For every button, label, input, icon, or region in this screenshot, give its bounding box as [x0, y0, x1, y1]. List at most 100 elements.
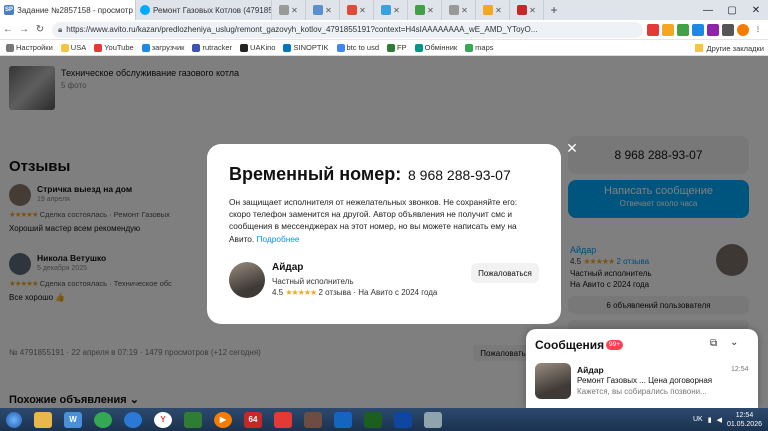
close-icon[interactable]: ✕	[325, 6, 332, 15]
modal-seller-name[interactable]: Айдар	[272, 262, 303, 273]
globe-icon	[124, 411, 142, 428]
bookmarks-bar: Настройки USA YouTube загрузчик rutracke…	[0, 40, 768, 56]
reload-icon[interactable]: ↻	[32, 24, 48, 35]
bookmark-item[interactable]: UAKino	[240, 43, 275, 52]
tab-mini[interactable]: ✕	[442, 0, 476, 20]
tab-mini[interactable]: ✕	[510, 0, 544, 20]
tab-mini[interactable]: ✕	[408, 0, 442, 20]
sinoptik-icon	[283, 43, 292, 52]
fp-icon	[387, 43, 396, 52]
language-indicator[interactable]: UK	[693, 416, 703, 423]
extension-icon[interactable]	[722, 23, 734, 36]
app-icon: 64	[244, 411, 262, 428]
start-button[interactable]	[0, 408, 28, 431]
volume-icon[interactable]: ◀	[717, 416, 722, 424]
taskbar-app[interactable]	[358, 408, 388, 431]
menu-icon[interactable]: ⋮	[752, 24, 764, 36]
close-icon[interactable]: ✕	[461, 6, 468, 15]
other-bookmarks[interactable]: Другие закладки	[688, 40, 764, 55]
tab-mini[interactable]: ✕	[272, 0, 306, 20]
close-icon[interactable]: ✕	[427, 6, 434, 15]
sp-icon: SP	[4, 5, 14, 15]
bookmark-item[interactable]: SINOPTIK	[283, 43, 329, 52]
profile-icon[interactable]	[737, 23, 749, 36]
taskbar-app[interactable]	[268, 408, 298, 431]
tab-avito[interactable]: Ремонт Газовых Котлов (4791855 ✕	[136, 0, 272, 20]
folder-icon	[694, 44, 703, 52]
extension-icon[interactable]	[662, 23, 674, 36]
taskbar-app[interactable]	[298, 408, 328, 431]
bookmark-item[interactable]: USA	[60, 43, 86, 52]
bookmark-item[interactable]: rutracker	[192, 43, 232, 52]
bookmark-item[interactable]: Настройки	[6, 43, 53, 52]
bookmark-item[interactable]: YouTube	[94, 43, 134, 52]
taskbar-app[interactable]: 64	[238, 408, 268, 431]
clock[interactable]: 12:54 01.05.2026	[727, 411, 762, 429]
chat-name[interactable]: Айдар	[577, 365, 604, 375]
tab-mini[interactable]: ✕	[306, 0, 340, 20]
unread-badge: 99+	[606, 340, 624, 350]
messenger-widget: Сообщения 99+ ⧉ ⌄ Айдар 12:54 Ремонт Газ…	[526, 329, 758, 408]
avatar	[229, 262, 265, 298]
close-icon[interactable]: ✕	[359, 6, 366, 15]
close-window-icon[interactable]: ✕	[744, 0, 768, 20]
modal-description: Он защищает исполнителя от нежелательных…	[229, 197, 517, 244]
close-icon[interactable]: ✕	[495, 6, 502, 15]
chevron-down-icon[interactable]: ⌄	[730, 337, 738, 348]
uakino-icon	[240, 43, 249, 52]
bookmark-item[interactable]: maps	[465, 43, 494, 52]
page-icon	[279, 5, 290, 15]
tab-task[interactable]: SP Задание №2857158 - просмотр з ✕	[0, 0, 136, 20]
temp-phone-number[interactable]: 8 968 288-93-07	[408, 167, 511, 183]
taskbar-app[interactable]: W	[58, 408, 88, 431]
more-link[interactable]: Подробнее	[257, 234, 300, 244]
stars-icon: ★★★★★	[285, 288, 317, 297]
bookmark-item[interactable]: FP	[387, 43, 407, 52]
forward-icon[interactable]: →	[16, 24, 32, 35]
taskbar-app[interactable]: ▶	[208, 408, 238, 431]
taskbar-app[interactable]	[418, 408, 448, 431]
lock-icon: 🔒︎	[58, 24, 63, 34]
report-button[interactable]: Пожаловаться	[471, 263, 539, 283]
bookmark-item[interactable]: загрузчик	[141, 43, 184, 52]
taskbar-app[interactable]	[88, 408, 118, 431]
maximize-icon[interactable]: ▢	[720, 0, 744, 20]
messenger-title[interactable]: Сообщения	[535, 338, 604, 352]
close-icon[interactable]: ✕	[565, 141, 579, 155]
temp-number-modal: Временный номер: 8 968 288-93-07 Он защи…	[207, 144, 561, 324]
explorer-icon	[34, 411, 52, 428]
tab-mini[interactable]: ✕	[374, 0, 408, 20]
bookmark-item[interactable]: btc to usd	[336, 43, 379, 52]
extension-icon[interactable]	[707, 23, 719, 36]
modal-reviews-link[interactable]: 2 отзыва	[318, 288, 351, 297]
taskbar: W Y ▶ 64 UK ▮ ◀ 12:54 01.05.2026	[0, 408, 768, 431]
taskbar-app[interactable]	[118, 408, 148, 431]
close-icon[interactable]: ✕	[291, 6, 298, 15]
taskbar-app[interactable]	[388, 408, 418, 431]
new-tab-button[interactable]: +	[544, 3, 564, 17]
open-external-icon[interactable]: ⧉	[710, 338, 717, 349]
taskbar-app[interactable]	[28, 408, 58, 431]
extension-icon[interactable]	[647, 23, 659, 36]
chat-avatar[interactable]	[535, 363, 571, 399]
taskbar-app[interactable]	[328, 408, 358, 431]
taskbar-app[interactable]	[178, 408, 208, 431]
media-player-icon: ▶	[214, 411, 232, 428]
system-tray: UK ▮ ◀ 12:54 01.05.2026	[693, 408, 768, 431]
tab-mini[interactable]: ✕	[476, 0, 510, 20]
extension-icon[interactable]	[692, 23, 704, 36]
taskbar-app[interactable]: Y	[148, 408, 178, 431]
yandex-icon: Y	[154, 411, 172, 428]
bookmark-item[interactable]: Обмінник	[414, 43, 457, 52]
close-icon[interactable]: ✕	[529, 6, 536, 15]
gear-icon	[6, 43, 14, 52]
tab-mini[interactable]: ✕	[340, 0, 374, 20]
back-icon[interactable]: ←	[0, 24, 16, 35]
app-icon	[394, 411, 412, 428]
chat-time: 12:54	[731, 366, 749, 373]
close-icon[interactable]: ✕	[393, 6, 400, 15]
extension-icon[interactable]	[677, 23, 689, 36]
minimize-icon[interactable]: —	[696, 0, 720, 20]
url-input[interactable]: 🔒︎ https://www.avito.ru/kazan/predlozhen…	[52, 21, 643, 38]
network-icon[interactable]: ▮	[708, 416, 712, 424]
